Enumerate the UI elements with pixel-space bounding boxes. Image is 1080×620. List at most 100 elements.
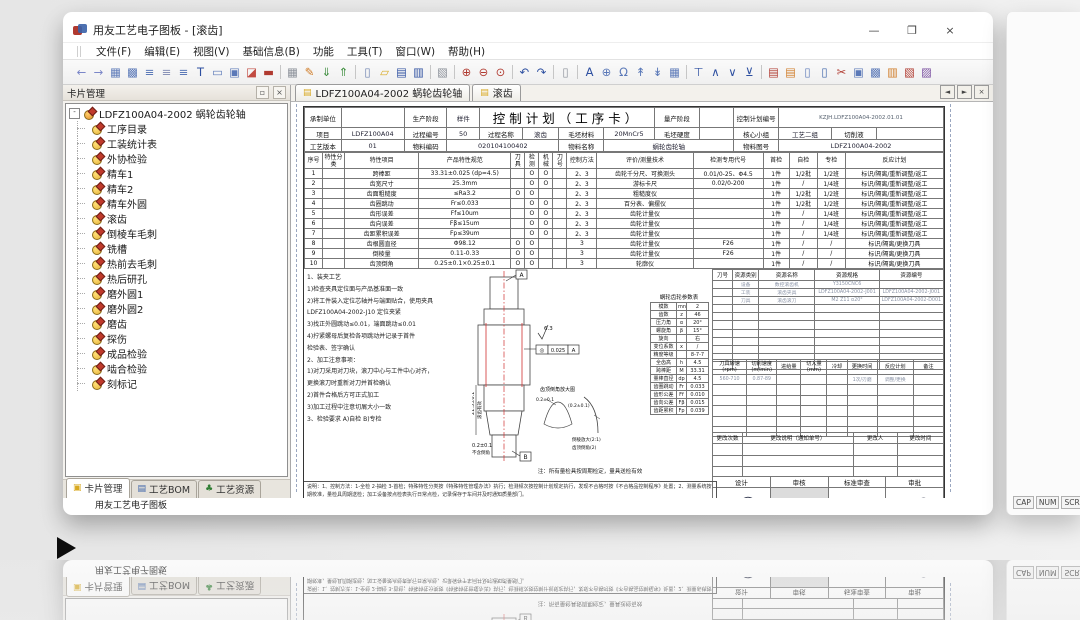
- card-preview-icon[interactable]: ▯: [557, 64, 574, 81]
- menu-item[interactable]: 编辑(E): [144, 44, 180, 59]
- zoom-in-icon[interactable]: ⊕: [458, 64, 475, 81]
- field-label: 过程名称: [479, 128, 522, 140]
- picture-icon[interactable]: ▣: [226, 64, 243, 81]
- paste-icon[interactable]: ▥: [884, 64, 901, 81]
- sidebar-item[interactable]: 热前去毛刺: [69, 256, 287, 271]
- tab-scroll-left-button[interactable]: ◄: [940, 85, 955, 99]
- field-merge-icon[interactable]: ▩: [124, 64, 141, 81]
- restore-button[interactable]: ❐: [905, 24, 919, 37]
- sidebar-root-item[interactable]: - LDFZ100A04-2002 蜗轮齿轮轴: [69, 106, 287, 121]
- close-button[interactable]: ×: [943, 24, 957, 37]
- sidebar-item[interactable]: 外协检验: [69, 151, 287, 166]
- field-select-icon[interactable]: ▦: [107, 64, 124, 81]
- undo-icon[interactable]: ↶: [516, 64, 533, 81]
- fit-top-icon[interactable]: ⊤: [690, 64, 707, 81]
- sidebar-tab[interactable]: ▤ 工艺BOM: [131, 480, 198, 498]
- forward-icon[interactable]: →: [90, 64, 107, 81]
- menu-item[interactable]: 工具(T): [347, 44, 383, 59]
- note-line: 3)找正外圆跳动≤0.01，端面跳动≤0.01: [307, 319, 470, 331]
- zoom-out-icon[interactable]: ⊖: [475, 64, 492, 81]
- sidebar-tab[interactable]: ▣ 卡片管理: [66, 478, 130, 498]
- table-cell: x: [677, 343, 687, 351]
- align-center-icon[interactable]: ≡: [158, 64, 175, 81]
- back-icon[interactable]: ←: [73, 64, 90, 81]
- delete-card-icon[interactable]: ▧: [901, 64, 918, 81]
- new-icon[interactable]: ▯: [359, 64, 376, 81]
- special-char-icon[interactable]: Ω: [615, 64, 632, 81]
- open-icon[interactable]: ▱: [376, 64, 393, 81]
- title-bar[interactable]: 用友工艺电子图板 - [滚齿] — ❐ ×: [63, 12, 993, 42]
- sidebar-item[interactable]: 工装统计表: [69, 136, 287, 151]
- sidebar-item[interactable]: 探伤: [69, 331, 287, 346]
- menu-item[interactable]: 文件(F): [96, 44, 131, 59]
- tree-collapse-icon[interactable]: -: [69, 108, 80, 119]
- footnote-line: 说明：1、控制方法：1-全检 2-抽检 3-首检；特殊特性分类按《特殊特性管理办…: [307, 484, 678, 490]
- angle-down-icon[interactable]: ∨: [724, 64, 741, 81]
- sidebar-item[interactable]: 热后研孔: [69, 271, 287, 286]
- tab-close-button[interactable]: ×: [974, 85, 989, 99]
- textbox-icon[interactable]: ▭: [209, 64, 226, 81]
- export-icon[interactable]: ⇑: [335, 64, 352, 81]
- sidebar-item[interactable]: 精车1: [69, 166, 287, 181]
- union-icon[interactable]: ⊻: [741, 64, 758, 81]
- align-left-icon[interactable]: ≡: [141, 64, 158, 81]
- menu-item[interactable]: 帮助(H): [448, 44, 485, 59]
- sidebar-item[interactable]: 滚齿: [69, 211, 287, 226]
- frame-icon[interactable]: ▦: [666, 64, 683, 81]
- next-slide-peek[interactable]: CAPNUMSCRL: [1006, 12, 1080, 515]
- tab-scroll-right-button[interactable]: ►: [957, 85, 972, 99]
- fill-icon[interactable]: ▬: [260, 64, 277, 81]
- sidebar-item[interactable]: 成品检验: [69, 346, 287, 361]
- import-icon[interactable]: ⇓: [318, 64, 335, 81]
- copy-card-icon[interactable]: ▣: [850, 64, 867, 81]
- text-icon[interactable]: T: [192, 64, 209, 81]
- align-right-icon[interactable]: ≡: [175, 64, 192, 81]
- superscript-icon[interactable]: ↟: [632, 64, 649, 81]
- pen-icon[interactable]: ✎: [301, 64, 318, 81]
- datetime-icon[interactable]: ⊕: [598, 64, 615, 81]
- minimize-button[interactable]: —: [867, 24, 881, 37]
- menu-item[interactable]: 功能: [313, 44, 334, 59]
- print-icon[interactable]: ▧: [434, 64, 451, 81]
- sidebar-item[interactable]: 磨齿: [69, 316, 287, 331]
- carousel-arrow-icon[interactable]: [57, 537, 76, 559]
- sidebar-tab[interactable]: ♣ 工艺资源: [198, 480, 261, 498]
- zoom-extent-icon[interactable]: ⊙: [492, 64, 509, 81]
- font-icon[interactable]: A: [581, 64, 598, 81]
- menu-item[interactable]: 窗口(W): [395, 44, 435, 59]
- sidebar-item[interactable]: 磨外圆2: [69, 301, 287, 316]
- table-cell: [879, 329, 943, 337]
- menu-item[interactable]: 视图(V): [193, 44, 229, 59]
- capture-icon[interactable]: ▦: [284, 64, 301, 81]
- sidebar-item[interactable]: 啮合检验: [69, 361, 287, 376]
- save-icon[interactable]: ▤: [393, 64, 410, 81]
- append-page-icon[interactable]: ▯: [816, 64, 833, 81]
- save-all-icon[interactable]: ▥: [410, 64, 427, 81]
- copy-icon[interactable]: ▩: [867, 64, 884, 81]
- sidebar-item[interactable]: 刻标记: [69, 376, 287, 391]
- dock-float-button[interactable]: ▫: [256, 86, 269, 99]
- process-notes: 1、装夹工艺 1)检查夹具定位面与产品基准面一致 2)将工件装入定位芯轴并与端面…: [307, 272, 470, 425]
- sidebar-item[interactable]: 工序目录: [69, 121, 287, 136]
- process-card[interactable]: 承制单位 生产阶段 样件 控制计划（工序卡） 量产阶段 控制计划编号 KZJH.…: [303, 106, 945, 498]
- sidebar-item[interactable]: 精车2: [69, 181, 287, 196]
- sidebar-item[interactable]: 铣槽: [69, 241, 287, 256]
- sidebar-item[interactable]: 倒棱车毛刺: [69, 226, 287, 241]
- append-row-icon[interactable]: ▤: [782, 64, 799, 81]
- dock-close-button[interactable]: ×: [273, 86, 286, 99]
- subscript-icon[interactable]: ↡: [649, 64, 666, 81]
- sidebar-item[interactable]: 磨外圆1: [69, 286, 287, 301]
- eraser-icon[interactable]: ◪: [243, 64, 260, 81]
- sidebar-item[interactable]: 精车外圆: [69, 196, 287, 211]
- menu-item[interactable]: 基础信息(B): [242, 44, 299, 59]
- insert-page-icon[interactable]: ▯: [799, 64, 816, 81]
- note-line: 2、加工注意事项：: [307, 355, 470, 367]
- document-tab[interactable]: ▤ LDFZ100A04-2002 蜗轮齿轮轴: [295, 84, 470, 101]
- angle-up-icon[interactable]: ∧: [707, 64, 724, 81]
- redo-icon[interactable]: ↷: [533, 64, 550, 81]
- cut-row-icon[interactable]: ✂: [833, 64, 850, 81]
- insert-row-icon[interactable]: ▤: [765, 64, 782, 81]
- document-tab[interactable]: ▤ 滚齿: [472, 84, 521, 101]
- card-props-icon[interactable]: ▨: [918, 64, 935, 81]
- drawing-canvas[interactable]: 承制单位 生产阶段 样件 控制计划（工序卡） 量产阶段 控制计划编号 KZJH.…: [291, 102, 993, 498]
